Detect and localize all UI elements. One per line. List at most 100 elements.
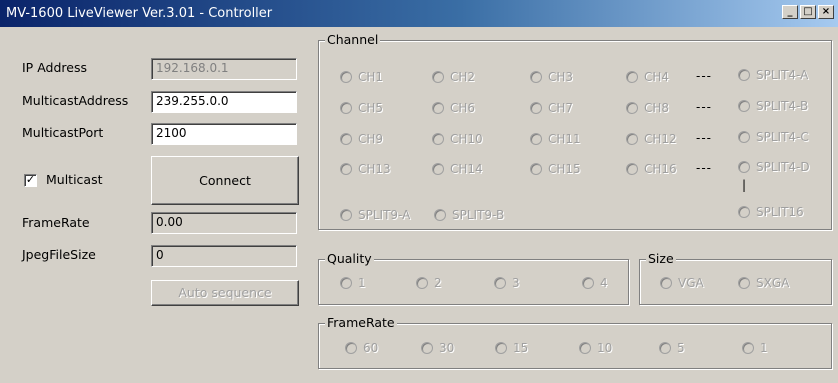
radio-label: CH15 <box>548 162 581 176</box>
radio-circle-icon <box>579 342 591 354</box>
title-bar: MV-1600 LiveViewer Ver.3.01 - Controller… <box>0 0 838 27</box>
radio-split16[interactable]: SPLIT16 <box>738 205 804 219</box>
radio-size-vga[interactable]: VGA <box>660 276 704 290</box>
radio-ch3[interactable]: CH3 <box>530 70 573 84</box>
close-button[interactable]: × <box>818 5 834 19</box>
radio-circle-icon <box>660 277 672 289</box>
radio-quality-3[interactable]: 3 <box>494 276 520 290</box>
radio-fps-1[interactable]: 1 <box>742 341 768 355</box>
minimize-button[interactable]: _ <box>782 5 798 19</box>
radio-fps-15[interactable]: 15 <box>495 341 528 355</box>
auto-sequence-button[interactable]: Auto sequence <box>151 280 299 306</box>
connect-button[interactable]: Connect <box>151 156 299 205</box>
radio-label: CH13 <box>358 162 391 176</box>
radio-circle-icon <box>530 71 542 83</box>
radio-circle-icon <box>626 102 638 114</box>
framerate-value-field: 0.00 <box>151 212 297 234</box>
radio-label: SPLIT9-A <box>358 208 411 222</box>
radio-label: CH1 <box>358 70 384 84</box>
radio-circle-icon <box>345 342 357 354</box>
ip-address-label: IP Address <box>22 60 87 75</box>
maximize-button[interactable]: □ <box>800 5 816 19</box>
radio-circle-icon <box>738 206 750 218</box>
radio-fps-60[interactable]: 60 <box>345 341 378 355</box>
radio-label: CH16 <box>644 162 677 176</box>
radio-fps-5[interactable]: 5 <box>659 341 685 355</box>
radio-circle-icon <box>582 277 594 289</box>
radio-ch15[interactable]: CH15 <box>530 162 581 176</box>
radio-label: CH9 <box>358 132 384 146</box>
radio-circle-icon <box>495 342 507 354</box>
radio-circle-icon <box>626 71 638 83</box>
radio-split4-c[interactable]: SPLIT4-C <box>738 130 809 144</box>
radio-circle-icon <box>432 133 444 145</box>
size-group-title: Size <box>646 251 676 267</box>
radio-label: CH11 <box>548 132 581 146</box>
radio-circle-icon <box>738 277 750 289</box>
radio-ch4[interactable]: CH4 <box>626 70 669 84</box>
radio-quality-2[interactable]: 2 <box>416 276 442 290</box>
radio-label: 10 <box>597 341 613 355</box>
radio-ch11[interactable]: CH11 <box>530 132 581 146</box>
radio-label: SPLIT16 <box>756 205 804 219</box>
channel-group-title: Channel <box>325 32 381 48</box>
radio-ch7[interactable]: CH7 <box>530 101 573 115</box>
radio-ch9[interactable]: CH9 <box>340 132 383 146</box>
radio-label: SPLIT4-C <box>756 130 809 144</box>
radio-label: SPLIT4-A <box>756 68 809 82</box>
radio-label: CH14 <box>450 162 483 176</box>
radio-label: SPLIT4-D <box>756 160 810 174</box>
radio-circle-icon <box>432 71 444 83</box>
radio-label: CH5 <box>358 101 384 115</box>
dash-separator: --- <box>696 131 712 145</box>
radio-ch8[interactable]: CH8 <box>626 101 669 115</box>
radio-split9-a[interactable]: SPLIT9-A <box>340 208 410 222</box>
ip-address-field[interactable]: 192.168.0.1 <box>151 58 297 80</box>
radio-ch5[interactable]: CH5 <box>340 101 383 115</box>
radio-circle-icon <box>530 102 542 114</box>
radio-circle-icon <box>530 133 542 145</box>
radio-ch14[interactable]: CH14 <box>432 162 483 176</box>
framerate-label: FrameRate <box>22 215 90 230</box>
radio-label: CH3 <box>548 70 574 84</box>
radio-label: 5 <box>677 341 685 355</box>
radio-ch12[interactable]: CH12 <box>626 132 677 146</box>
radio-split4-b[interactable]: SPLIT4-B <box>738 99 808 113</box>
radio-circle-icon <box>626 163 638 175</box>
radio-circle-icon <box>742 342 754 354</box>
radio-split4-a[interactable]: SPLIT4-A <box>738 68 808 82</box>
radio-ch10[interactable]: CH10 <box>432 132 483 146</box>
radio-split9-b[interactable]: SPLIT9-B <box>434 208 504 222</box>
radio-quality-1[interactable]: 1 <box>340 276 366 290</box>
dash-separator: --- <box>696 100 712 114</box>
radio-ch2[interactable]: CH2 <box>432 70 475 84</box>
radio-label: CH8 <box>644 101 670 115</box>
multicast-port-field[interactable]: 2100 <box>151 123 297 145</box>
vertical-connector: | <box>742 178 748 192</box>
radio-fps-30[interactable]: 30 <box>421 341 454 355</box>
framerate-group-title: FrameRate <box>325 315 397 331</box>
multicast-checkbox[interactable]: ✓ <box>24 174 37 187</box>
radio-label: 2 <box>434 276 442 290</box>
radio-label: CH12 <box>644 132 677 146</box>
radio-ch13[interactable]: CH13 <box>340 162 391 176</box>
radio-label: CH2 <box>450 70 476 84</box>
radio-circle-icon <box>432 163 444 175</box>
radio-circle-icon <box>416 277 428 289</box>
multicast-label: Multicast <box>46 172 103 187</box>
radio-circle-icon <box>738 161 750 173</box>
radio-ch1[interactable]: CH1 <box>340 70 383 84</box>
radio-ch6[interactable]: CH6 <box>432 101 475 115</box>
radio-circle-icon <box>421 342 433 354</box>
radio-quality-4[interactable]: 4 <box>582 276 608 290</box>
radio-label: CH4 <box>644 70 670 84</box>
radio-circle-icon <box>738 131 750 143</box>
multicast-port-label: MulticastPort <box>22 125 104 140</box>
radio-circle-icon <box>738 69 750 81</box>
radio-split4-d[interactable]: SPLIT4-D <box>738 160 810 174</box>
radio-ch16[interactable]: CH16 <box>626 162 677 176</box>
radio-size-sxga[interactable]: SXGA <box>738 276 789 290</box>
multicast-address-field[interactable]: 239.255.0.0 <box>151 91 297 113</box>
radio-fps-10[interactable]: 10 <box>579 341 612 355</box>
radio-circle-icon <box>340 71 352 83</box>
